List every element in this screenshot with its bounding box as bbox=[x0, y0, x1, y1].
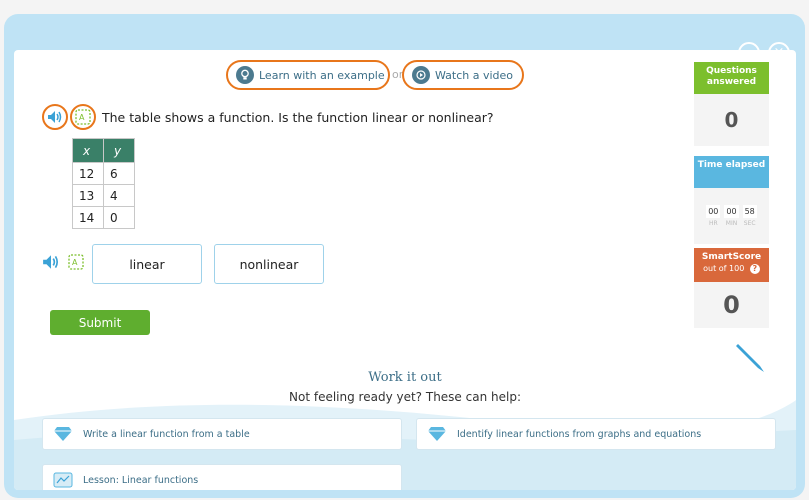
timer-minutes-label: MIN bbox=[725, 220, 738, 227]
progress-sidebar: Questions answered 0 Time elapsed 00 HR … bbox=[694, 62, 769, 328]
app-frame: − × Learn with an example or Watch a vid… bbox=[4, 14, 805, 498]
help-icon[interactable]: ? bbox=[749, 264, 760, 274]
table-cell: 4 bbox=[103, 184, 135, 207]
choice-nonlinear[interactable]: nonlinear bbox=[214, 244, 324, 284]
table-row: 14 0 bbox=[72, 206, 135, 229]
table-cell: 12 bbox=[72, 162, 104, 185]
resource-link-linear-table[interactable]: Write a linear function from a table bbox=[42, 418, 402, 450]
lightbulb-icon bbox=[236, 66, 254, 84]
question-row: A The table shows a function. Is the fun… bbox=[42, 104, 494, 130]
answers-speaker-icon[interactable] bbox=[42, 254, 60, 274]
smartscore-header: SmartScore out of 100 ? bbox=[694, 248, 769, 282]
learn-example-label: Learn with an example bbox=[259, 68, 385, 82]
lesson-icon bbox=[53, 472, 73, 488]
answers-translate-icon[interactable]: A bbox=[68, 254, 84, 274]
work-it-out-subtitle: Not feeling ready yet? These can help: bbox=[289, 390, 521, 404]
questions-answered-count: 0 bbox=[694, 94, 769, 146]
table-row: 12 6 bbox=[72, 162, 135, 185]
submit-button[interactable]: Submit bbox=[50, 310, 150, 335]
play-icon bbox=[412, 66, 430, 84]
speaker-icon[interactable] bbox=[42, 104, 68, 130]
timer-seconds: 58 SEC bbox=[742, 205, 757, 227]
table-row: 13 4 bbox=[72, 184, 135, 207]
diamond-icon bbox=[427, 426, 447, 442]
time-elapsed-label: Time elapsed bbox=[694, 156, 769, 188]
practice-panel: Learn with an example or Watch a video A… bbox=[14, 50, 796, 490]
smartscore-sub: out of 100 bbox=[703, 264, 745, 273]
resource-link-identify-linear[interactable]: Identify linear functions from graphs an… bbox=[416, 418, 776, 450]
table-header-x: x bbox=[72, 138, 104, 163]
answer-row: A linear nonlinear bbox=[42, 244, 324, 284]
timer-minutes-value: 00 bbox=[724, 205, 739, 218]
learn-example-button[interactable]: Learn with an example bbox=[226, 60, 390, 90]
pencil-icon[interactable] bbox=[734, 340, 768, 374]
choice-linear[interactable]: linear bbox=[92, 244, 202, 284]
resource-link-label: Identify linear functions from graphs an… bbox=[457, 428, 702, 440]
table-cell: 13 bbox=[72, 184, 104, 207]
timer-seconds-value: 58 bbox=[742, 205, 757, 218]
timer-minutes: 00 MIN bbox=[724, 205, 739, 227]
work-it-out-title: Work it out bbox=[368, 370, 442, 385]
watch-video-label: Watch a video bbox=[435, 68, 514, 82]
timer-hours-value: 00 bbox=[706, 205, 721, 218]
function-table: x y 12 6 13 4 14 0 bbox=[72, 138, 135, 229]
timer-hours: 00 HR bbox=[706, 205, 721, 227]
svg-text:A: A bbox=[79, 113, 85, 122]
resource-link-label: Lesson: Linear functions bbox=[83, 474, 199, 486]
timer-seconds-label: SEC bbox=[743, 220, 756, 227]
translate-icon[interactable]: A bbox=[70, 104, 96, 130]
smartscore-label: SmartScore bbox=[701, 252, 762, 262]
table-cell: 6 bbox=[103, 162, 135, 185]
timer: 00 HR 00 MIN 58 SEC bbox=[694, 188, 769, 244]
table-cell: 0 bbox=[103, 206, 135, 229]
table-cell: 14 bbox=[72, 206, 104, 229]
table-header-y: y bbox=[103, 138, 135, 163]
diamond-icon bbox=[53, 426, 73, 442]
resource-link-label: Write a linear function from a table bbox=[83, 428, 250, 440]
smartscore-value: 0 bbox=[694, 282, 769, 328]
resource-link-lesson[interactable]: Lesson: Linear functions bbox=[42, 464, 402, 490]
timer-hours-label: HR bbox=[708, 220, 718, 227]
questions-answered-label: Questions answered bbox=[694, 62, 769, 94]
watch-video-button[interactable]: Watch a video bbox=[402, 60, 524, 90]
smartscore-sub-row: out of 100 ? bbox=[694, 263, 769, 274]
svg-text:A: A bbox=[72, 258, 78, 267]
question-text: The table shows a function. Is the funct… bbox=[102, 109, 494, 125]
